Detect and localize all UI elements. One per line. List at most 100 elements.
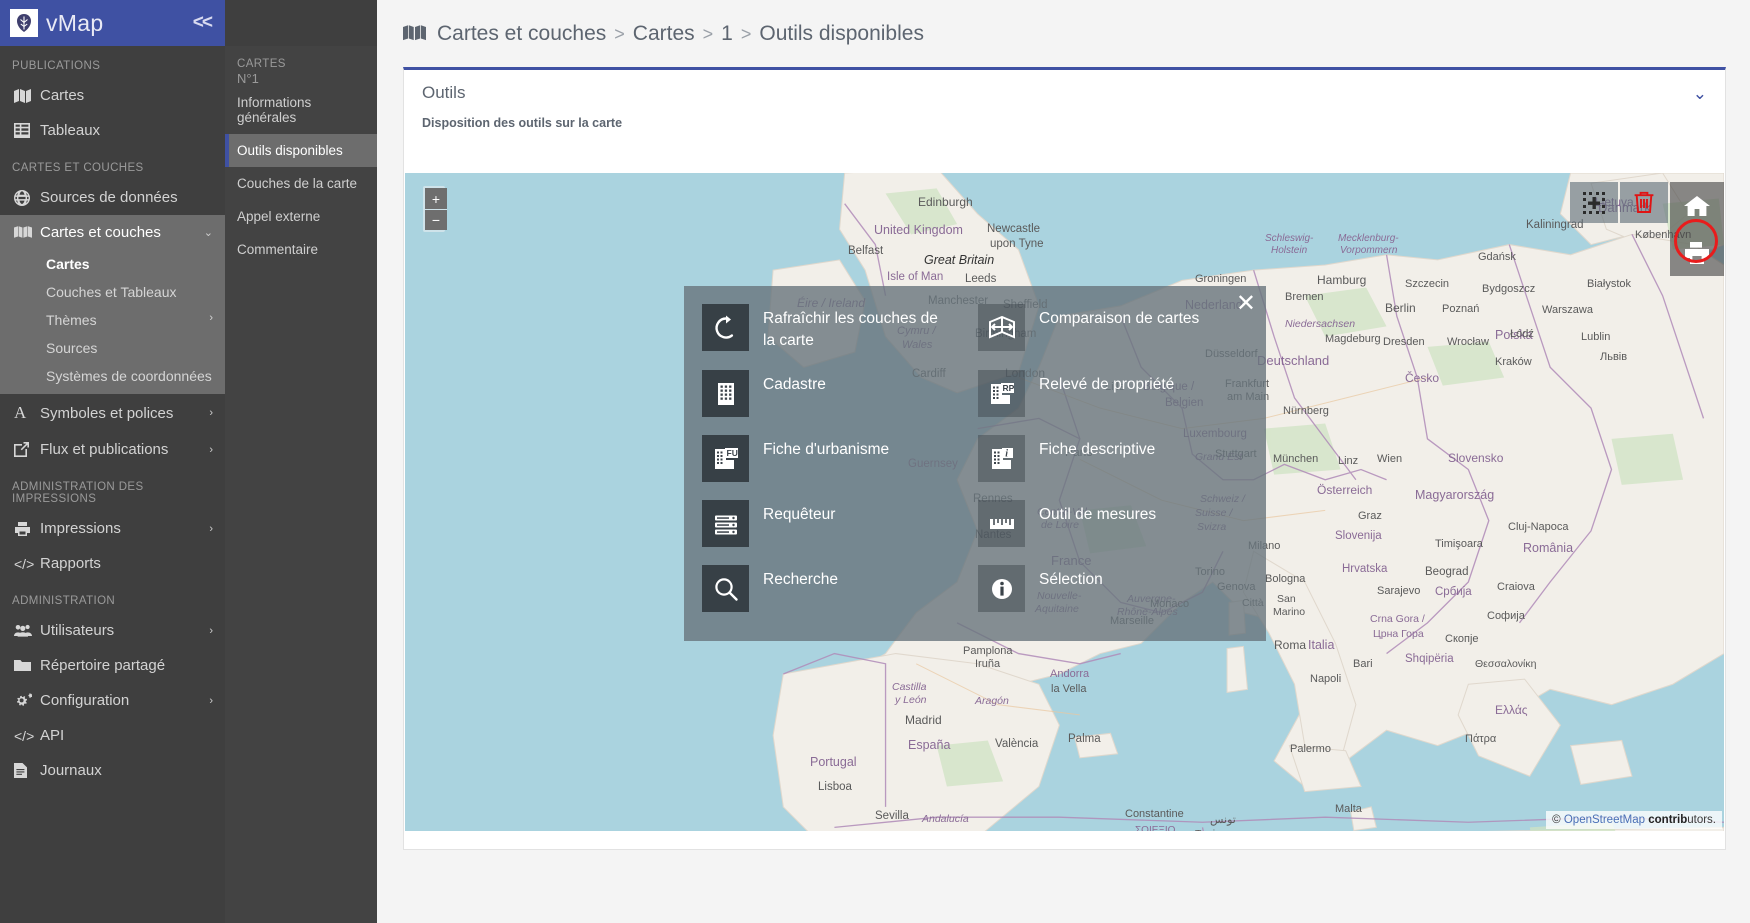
attribution-suffix: utors. xyxy=(1687,814,1716,826)
sidebar-subitem-sources[interactable]: Sources xyxy=(0,334,225,362)
breadcrumb: Cartes et couches > Cartes > 1 > Outils … xyxy=(377,0,1750,46)
sidebar-item-label: Sources de données xyxy=(40,189,178,206)
info-circle-icon xyxy=(978,565,1025,612)
table-icon xyxy=(14,123,40,138)
close-icon[interactable]: ✕ xyxy=(1236,292,1256,316)
breadcrumb-item-1[interactable]: Cartes xyxy=(633,22,695,46)
sidebar-subitem-label: Couches et Tableaux xyxy=(46,284,177,300)
chevron-right-icon: › xyxy=(209,407,213,419)
sidebar-item-flux-et-publications[interactable]: Flux et publications › xyxy=(0,432,225,467)
openstreetmap-link[interactable]: OpenStreetMap xyxy=(1564,814,1645,826)
tool-label: Recherche xyxy=(763,571,838,588)
svg-text:FU: FU xyxy=(726,448,737,458)
leaf-logo-icon xyxy=(10,9,38,37)
print-icon[interactable] xyxy=(1670,229,1724,276)
tool-fiche-urbanisme[interactable]: FU Fiche d'urbanisme xyxy=(702,435,978,482)
add-selection-icon[interactable] xyxy=(1570,182,1618,223)
tool-outil-de-mesures[interactable]: Outil de mesures xyxy=(978,500,1254,547)
nav-section-administration-impressions: ADMINISTRATION DES IMPRESSIONS xyxy=(12,481,144,505)
sidebar-item-impressions[interactable]: Impressions › xyxy=(0,511,225,546)
chevron-right-icon: › xyxy=(209,312,213,324)
panel-item-outils-disponibles[interactable]: Outils disponibles xyxy=(225,134,377,167)
sidebar-item-journaux[interactable]: Journaux xyxy=(0,753,225,788)
tool-label: Sélection xyxy=(1039,571,1103,588)
tool-label: Fiche descriptive xyxy=(1039,441,1156,458)
sidebar-item-utilisateurs[interactable]: Utilisateurs › xyxy=(0,613,225,648)
sidebar-item-label: Rapports xyxy=(40,555,101,572)
sidebar-subitem-label: Systèmes de coordonnées xyxy=(46,368,212,384)
chevron-right-icon: › xyxy=(209,443,213,456)
tool-requeteur[interactable]: Requêteur xyxy=(702,500,978,547)
secondary-panel-spacer xyxy=(225,0,377,46)
panel-item-informations-generales[interactable]: Informations générales xyxy=(225,86,377,134)
primary-sidebar: vMap << PUBLICATIONS Cartes Tableaux CAR… xyxy=(0,0,225,923)
external-link-icon xyxy=(14,442,40,457)
tool-selection[interactable]: Sélection xyxy=(978,565,1254,612)
descriptive-sheet-icon: i xyxy=(978,435,1025,482)
map-toolbar xyxy=(1570,182,1670,223)
font-a-icon: A xyxy=(14,403,27,422)
secondary-panel: CARTES N°1 Informations générales Outils… xyxy=(225,0,377,923)
sidebar-item-rapports[interactable]: </> Rapports xyxy=(0,546,225,581)
sidebar-item-configuration[interactable]: Configuration › xyxy=(0,683,225,718)
chevron-right-icon: › xyxy=(209,694,213,707)
map-preview[interactable]: DanmarkKøbenhavnEdinburghUnited KingdomN… xyxy=(405,173,1724,831)
tools-grid: Rafraîchir les couches de la carte Compa… xyxy=(684,286,1266,612)
sidebar-item-tableaux[interactable]: Tableaux xyxy=(0,113,225,148)
tool-comparaison-de-cartes[interactable]: Comparaison de cartes xyxy=(978,304,1254,352)
tool-label: Fiche d'urbanisme xyxy=(763,441,890,458)
brand-title: vMap xyxy=(46,9,104,36)
sidebar-item-sources-de-donnees[interactable]: Sources de données xyxy=(0,180,225,215)
map-icon xyxy=(14,88,40,103)
sidebar-subitem-cartes[interactable]: Cartes xyxy=(0,250,225,278)
tools-card: Outils ⌄ Disposition des outils sur la c… xyxy=(403,67,1726,850)
sidebar-item-repertoire-partage[interactable]: Répertoire partagé xyxy=(0,648,225,683)
zoom-in-button[interactable]: + xyxy=(425,188,447,209)
breadcrumb-item-2[interactable]: 1 xyxy=(721,22,733,46)
query-builder-icon xyxy=(702,500,749,547)
panel-item-appel-externe[interactable]: Appel externe xyxy=(225,200,377,233)
sidebar-subitem-themes[interactable]: › Thèmes xyxy=(0,306,225,334)
code-icon: </> xyxy=(14,727,35,744)
panel-item-label: Appel externe xyxy=(237,209,321,224)
nav-section-administration: ADMINISTRATION xyxy=(12,595,116,607)
tool-recherche[interactable]: Recherche xyxy=(702,565,978,612)
panel-item-label: Commentaire xyxy=(237,242,319,257)
sidebar-subitem-systemes-de-coordonnees[interactable]: Systèmes de coordonnées xyxy=(0,362,225,394)
sidebar-item-cartes[interactable]: Cartes xyxy=(0,78,225,113)
zoom-out-button[interactable]: − xyxy=(425,209,447,230)
tool-label: Rafraîchir les couches de la carte xyxy=(763,310,938,349)
tool-label: Cadastre xyxy=(763,376,826,393)
breadcrumb-separator: > xyxy=(740,23,752,44)
chevron-down-icon[interactable]: ⌄ xyxy=(1693,85,1707,102)
tool-releve-de-propriete[interactable]: RP Relevé de propriété xyxy=(978,370,1254,417)
sidebar-item-label: API xyxy=(40,727,65,744)
tool-label: Requêteur xyxy=(763,506,836,523)
breadcrumb-item-3[interactable]: Outils disponibles xyxy=(759,22,924,46)
sidebar-item-label: Répertoire partagé xyxy=(40,657,166,674)
tool-cadastre[interactable]: Cadastre xyxy=(702,370,978,417)
sidebar-item-api[interactable]: </> API xyxy=(0,718,225,753)
tool-rafraichir-les-couches[interactable]: Rafraîchir les couches de la carte xyxy=(702,304,978,352)
nav-section-publications: PUBLICATIONS xyxy=(12,60,101,72)
tool-label: Comparaison de cartes xyxy=(1039,310,1200,327)
chevron-right-icon: › xyxy=(209,522,213,535)
panel-item-couches-de-la-carte[interactable]: Couches de la carte xyxy=(225,167,377,200)
refresh-icon xyxy=(702,304,749,351)
delete-icon[interactable] xyxy=(1620,182,1668,223)
breadcrumb-separator: > xyxy=(614,23,625,44)
tool-fiche-descriptive[interactable]: i Fiche descriptive xyxy=(978,435,1254,482)
sidebar-collapse-button[interactable]: << xyxy=(193,12,213,34)
sidebar-subitem-couches-et-tableaux[interactable]: Couches et Tableaux xyxy=(0,278,225,306)
card-subtitle: Disposition des outils sur la carte xyxy=(422,116,623,130)
home-icon[interactable] xyxy=(1670,182,1724,229)
map-zoom-control[interactable]: + − xyxy=(423,186,447,232)
sidebar-item-cartes-et-couches[interactable]: Cartes et couches ⌄ xyxy=(0,215,225,250)
sidebar-subitem-label: Cartes xyxy=(46,256,90,272)
sidebar-subitem-label: Thèmes xyxy=(46,312,97,328)
main-content: Cartes et couches > Cartes > 1 > Outils … xyxy=(377,0,1750,923)
sidebar-item-symboles-et-polices[interactable]: A Symboles et polices › xyxy=(0,394,225,432)
panel-item-commentaire[interactable]: Commentaire xyxy=(225,233,377,266)
secondary-panel-subtitle: N°1 xyxy=(237,71,259,86)
breadcrumb-item-0[interactable]: Cartes et couches xyxy=(437,22,606,46)
